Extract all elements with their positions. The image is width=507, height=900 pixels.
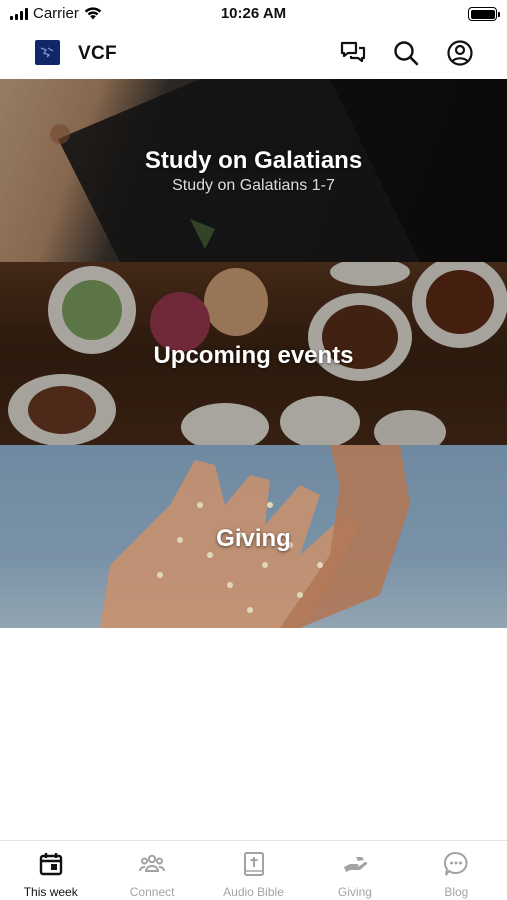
giving-card[interactable]: Giving	[0, 445, 507, 628]
bottom-tab-bar: This week Connect Audio Bible Giving Blo…	[0, 840, 507, 900]
study-card[interactable]: Study on Galatians Study on Galatians 1-…	[0, 79, 507, 262]
events-card-title: Upcoming events	[153, 342, 354, 369]
tab-connect[interactable]: Connect	[101, 841, 202, 900]
app-header: VCF	[0, 30, 507, 78]
search-icon[interactable]	[392, 39, 420, 67]
tab-giving[interactable]: Giving	[304, 841, 405, 900]
study-card-subtitle: Study on Galatians 1-7	[172, 177, 335, 194]
tab-audio-bible[interactable]: Audio Bible	[203, 841, 304, 900]
status-bar: Carrier 10:26 AM	[0, 0, 507, 30]
tab-blog[interactable]: Blog	[406, 841, 507, 900]
giving-card-title: Giving	[216, 525, 291, 552]
tab-label: Connect	[129, 885, 175, 899]
giving-hand-icon	[343, 857, 367, 872]
battery-icon	[468, 7, 500, 21]
chat-icon[interactable]	[339, 39, 367, 67]
tab-label: This week	[23, 885, 78, 899]
study-card-title: Study on Galatians	[144, 147, 363, 174]
tab-label: Blog	[444, 885, 469, 899]
blog-chat-icon	[444, 851, 468, 876]
calendar-icon	[39, 853, 62, 876]
tab-label: Audio Bible	[223, 885, 284, 899]
status-time: 10:26 AM	[220, 5, 287, 22]
events-card[interactable]: Upcoming events	[0, 262, 507, 445]
app-title: VCF	[78, 43, 117, 64]
profile-icon[interactable]	[446, 39, 474, 67]
bible-icon	[243, 852, 264, 876]
tab-label: Giving	[337, 885, 372, 899]
tab-this-week[interactable]: This week	[0, 841, 101, 900]
logo-icon	[35, 40, 60, 65]
people-icon	[139, 854, 166, 872]
